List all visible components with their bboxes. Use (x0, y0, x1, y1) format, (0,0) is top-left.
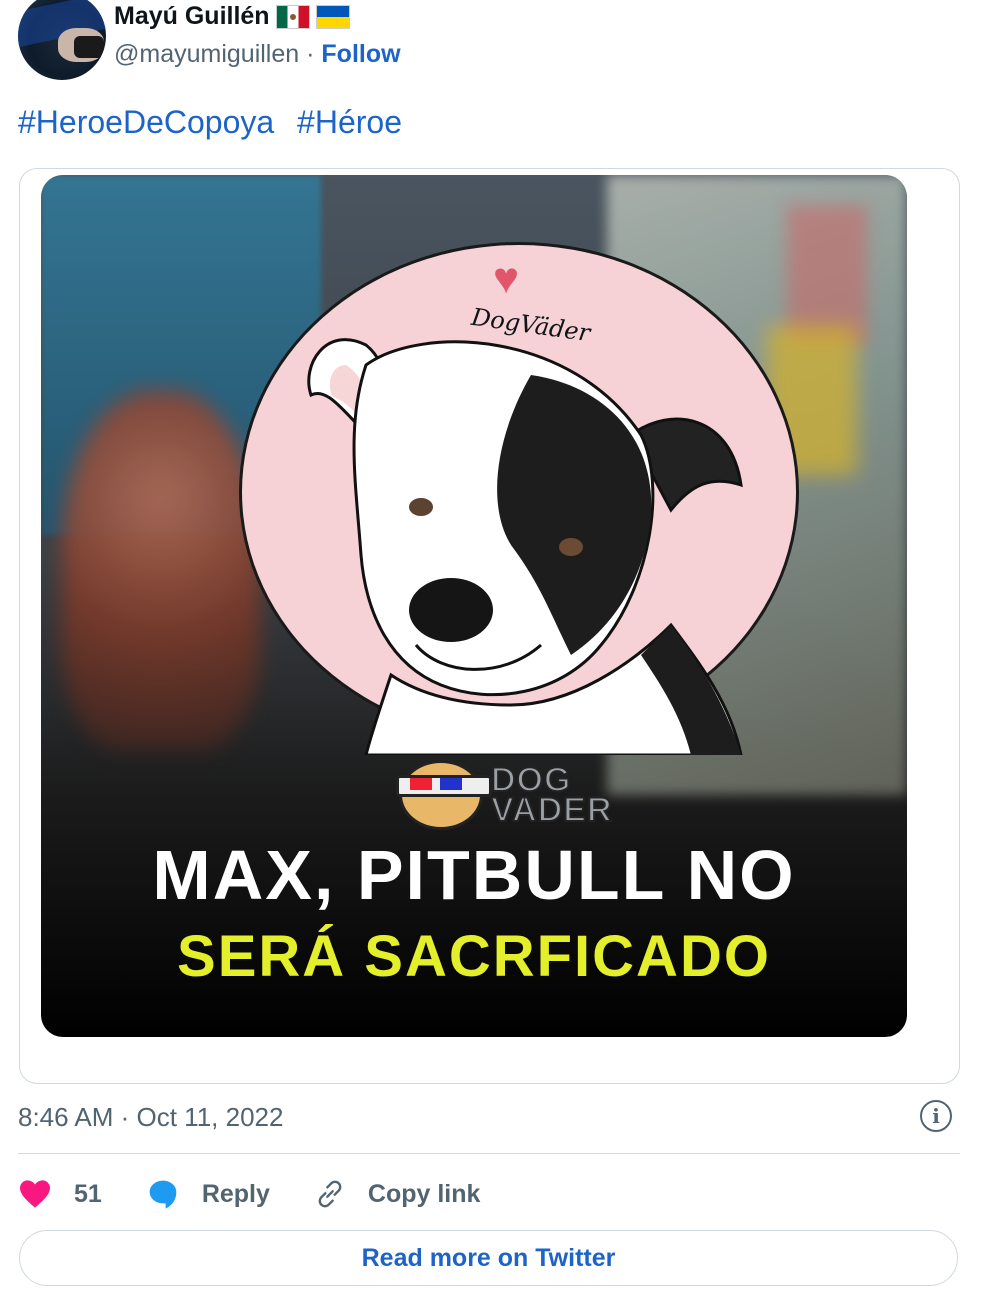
reply-label: Reply (201, 1179, 270, 1208)
reply-button[interactable]: Reply (146, 1178, 270, 1210)
tweet-image[interactable]: ♥ DogVäder DOG VADER MAX, PITBULL NO SER… (41, 175, 907, 1037)
link-icon (314, 1178, 346, 1210)
mexico-flag-icon (275, 4, 310, 29)
image-subhead: SERÁ SACRFICADO (177, 924, 771, 989)
follow-button[interactable]: Follow (321, 40, 400, 68)
logo-text: DOG VADER (490, 762, 613, 829)
author-name-row[interactable]: Mayú Guillén (114, 2, 350, 31)
author-handle[interactable]: @mayumiguillen (114, 40, 299, 68)
separator: · (306, 40, 315, 68)
hashtag-link[interactable]: #HeroeDeCopoya (18, 104, 274, 140)
ukraine-flag-icon (315, 4, 350, 29)
image-headline: MAX, PITBULL NO (152, 836, 796, 914)
like-button[interactable]: 51 (18, 1179, 102, 1209)
pitbull-illustration (307, 338, 743, 755)
tweet-text: #HeroeDeCopoya #Héroe (18, 104, 416, 141)
read-more-button[interactable]: Read more on Twitter (19, 1230, 958, 1286)
dogvader-logo: DOG VADER (396, 760, 613, 830)
like-count: 51 (74, 1179, 102, 1208)
tweet-timestamp[interactable]: 8:46 AM · Oct 11, 2022 (18, 1102, 283, 1133)
background-detail (787, 205, 867, 345)
handle-row: @mayumiguillen · Follow (114, 40, 401, 69)
media-card[interactable]: ♥ DogVäder DOG VADER MAX, PITBULL NO SER… (19, 168, 960, 1084)
speech-bubble-icon (146, 1178, 180, 1210)
action-bar: 51 Reply Copy link (18, 1172, 524, 1216)
divider (18, 1153, 960, 1154)
display-name[interactable]: Mayú Guillén (114, 2, 270, 31)
blurred-dog-photo (61, 390, 261, 750)
tweet-header: Mayú Guillén @mayumiguillen · Follow (0, 0, 984, 90)
copy-link-label: Copy link (367, 1179, 481, 1208)
heart-icon (18, 1179, 52, 1209)
info-icon[interactable]: i (920, 1100, 952, 1132)
copy-link-button[interactable]: Copy link (314, 1178, 481, 1210)
logo-badge-icon (396, 760, 492, 830)
logo-line-2: VADER (490, 791, 613, 829)
hashtag-link[interactable]: #Héroe (297, 104, 402, 140)
avatar[interactable] (18, 0, 106, 80)
